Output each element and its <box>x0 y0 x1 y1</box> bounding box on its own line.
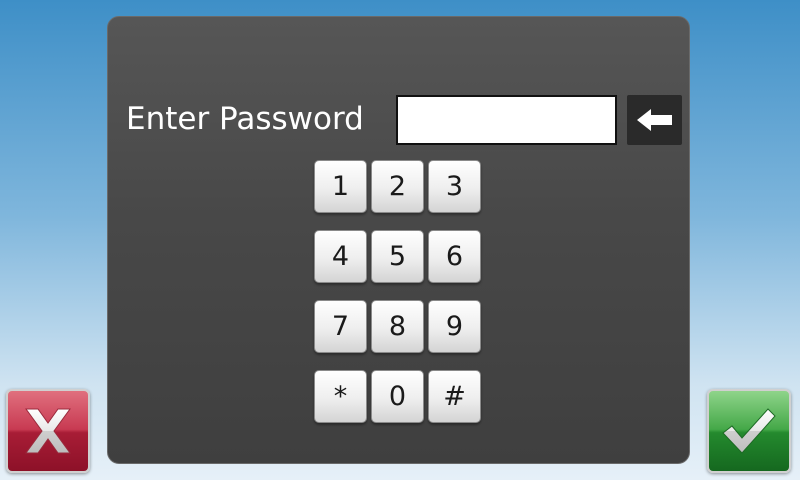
password-input[interactable] <box>396 95 617 145</box>
keypad-key-9[interactable]: 9 <box>428 300 481 353</box>
keypad-key-1[interactable]: 1 <box>314 160 367 213</box>
cancel-button[interactable] <box>6 389 90 473</box>
x-icon <box>25 408 71 454</box>
keypad-key-8[interactable]: 8 <box>371 300 424 353</box>
keypad-key-3[interactable]: 3 <box>428 160 481 213</box>
checkmark-icon <box>722 408 776 454</box>
keypad-key-4[interactable]: 4 <box>314 230 367 283</box>
keypad-key-2[interactable]: 2 <box>371 160 424 213</box>
keypad-key-hash[interactable]: # <box>428 370 481 423</box>
left-arrow-icon <box>636 109 672 131</box>
password-prompt-label: Enter Password <box>126 101 364 137</box>
keypad-key-5[interactable]: 5 <box>371 230 424 283</box>
keypad-key-7[interactable]: 7 <box>314 300 367 353</box>
confirm-button[interactable] <box>707 389 791 473</box>
keypad-key-0[interactable]: 0 <box>371 370 424 423</box>
backspace-button[interactable] <box>627 95 682 145</box>
keypad-key-star[interactable]: * <box>314 370 367 423</box>
keypad-key-6[interactable]: 6 <box>428 230 481 283</box>
